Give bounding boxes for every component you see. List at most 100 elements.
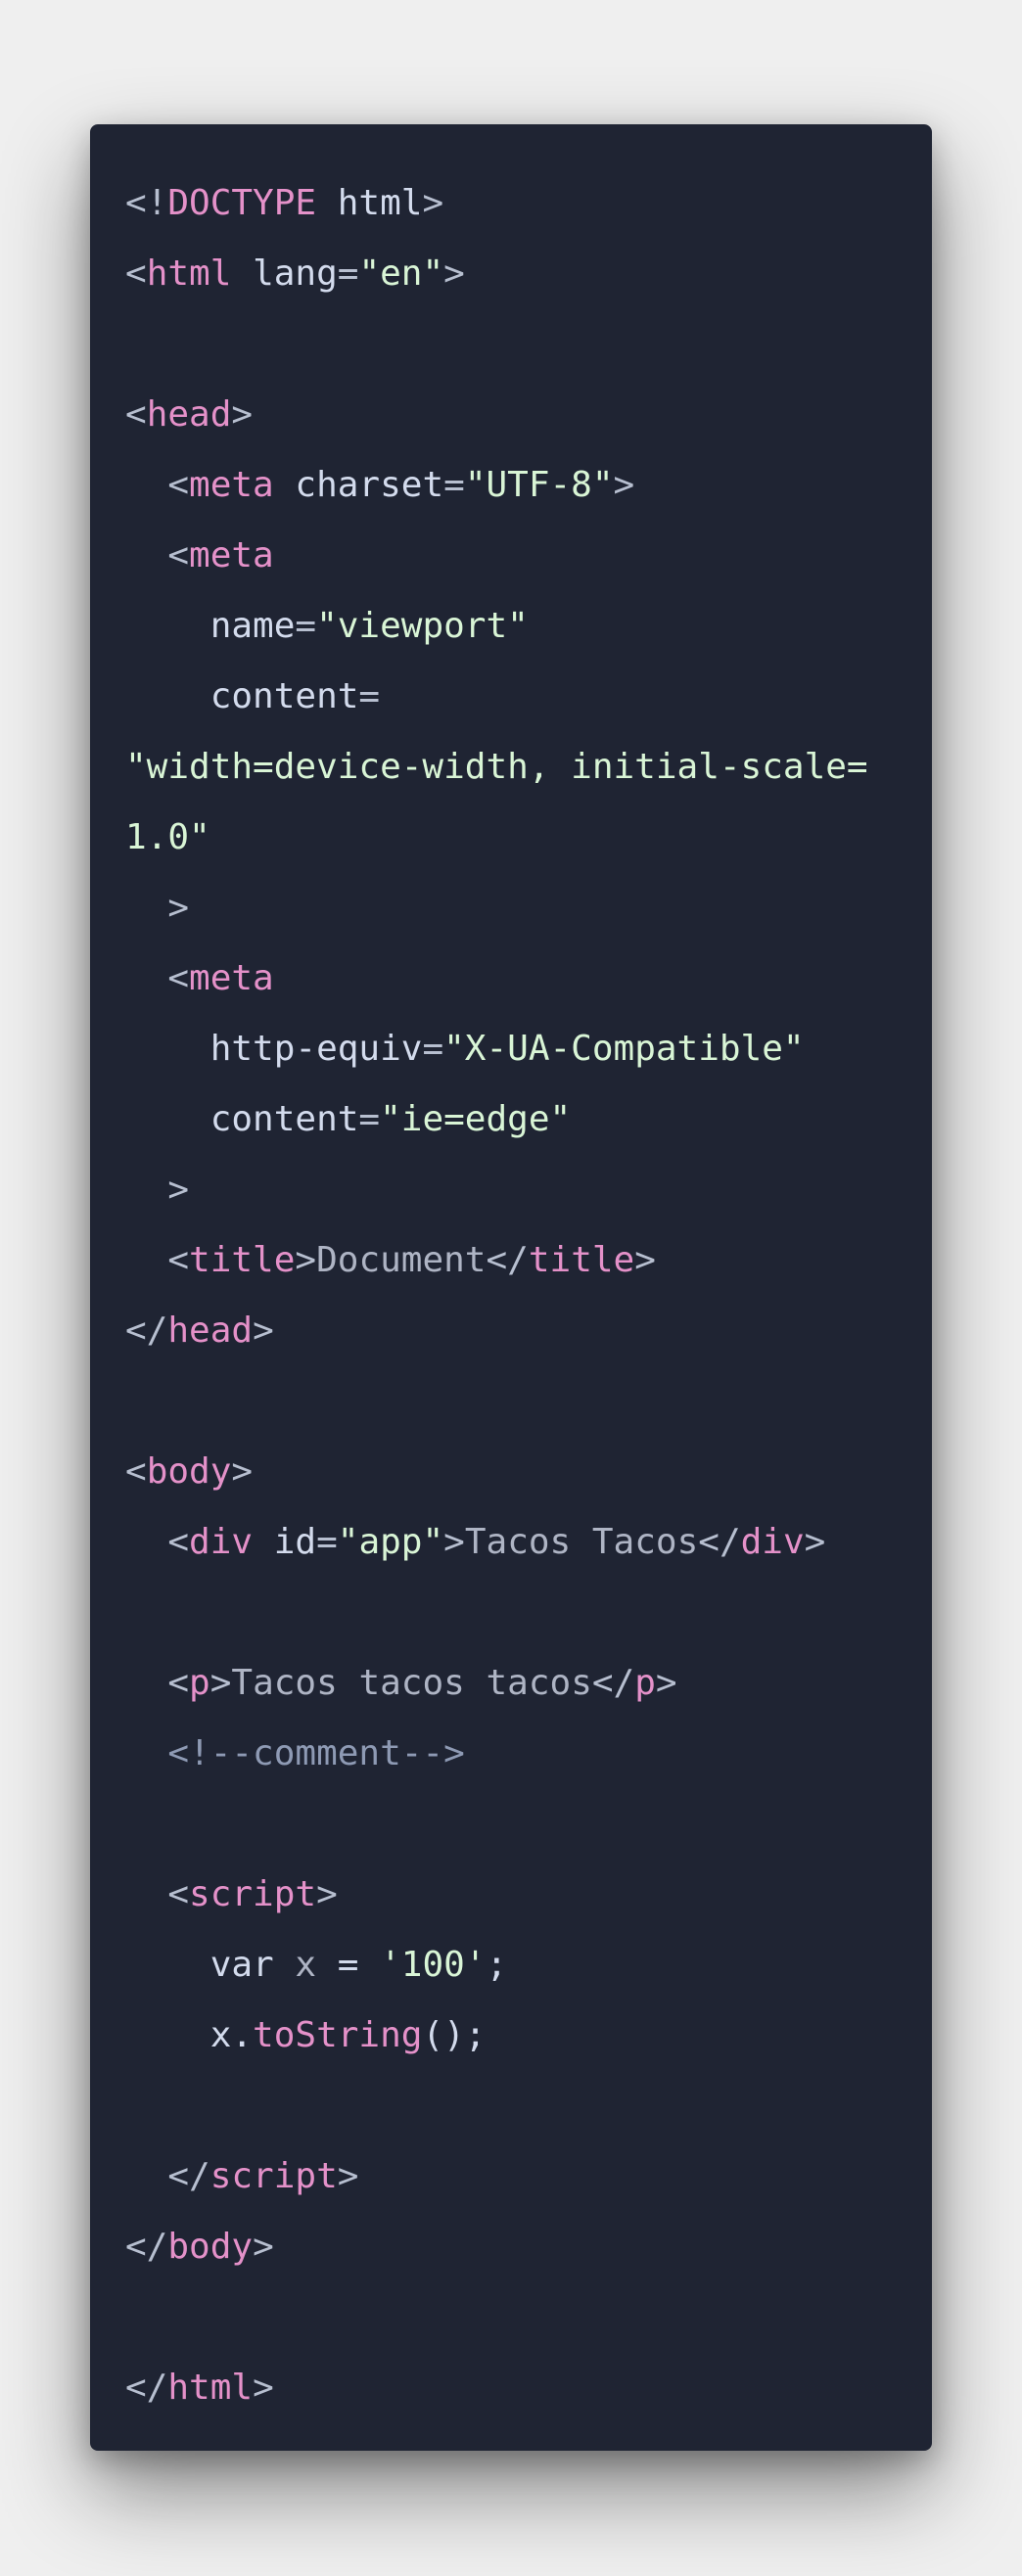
code-line: </body> [125,2212,932,2282]
code-token-tag: body [167,2227,254,2267]
code-token-p: < [125,253,147,294]
code-token-tag: meta [189,958,274,998]
code-token-p: > [655,1663,677,1703]
code-token-txt: x [273,1945,317,1985]
code-token-p: < [125,535,190,575]
code-token-tag: div [189,1522,254,1562]
code-token-p: > [209,1663,232,1703]
code-token-fn: toString [253,2015,423,2055]
code-line: content="ie=edge" [125,1084,932,1155]
code-token-tag: title [189,1240,296,1280]
code-token-attr: http-equiv [125,1029,423,1069]
code-token-p: = [358,1099,381,1139]
code-token-txt: Document [316,1240,487,1280]
code-token-p: = [295,606,317,646]
code-token-tag: p [189,1663,210,1703]
code-token-tag: div [740,1522,805,1562]
code-token-tag: head [146,394,232,435]
code-line: <!--comment--> [125,1719,932,1789]
code-token-p: > [443,1522,465,1562]
code-token-p: > [634,1240,656,1280]
code-token-tag: meta [189,535,274,575]
code-block: <!DOCTYPE html> <html lang="en"> <head> <… [90,124,932,2451]
code-token-tag: DOCTYPE [167,183,317,223]
code-token-p: < [125,465,190,505]
code-token-attr: ; [486,1945,508,1985]
code-token-p: = [443,465,465,505]
code-token-attr: content [125,1099,359,1139]
code-token-tag: script [189,1874,317,1914]
code-token-p: <! [125,183,168,223]
code-token-p: > [253,2368,274,2408]
code-token-str: "X-UA-Compatible" [443,1029,805,1069]
code-token-txt: Tacos tacos tacos [231,1663,592,1703]
code-token-tag: html [146,253,232,294]
code-token-tag: script [209,2156,338,2196]
code-token-str: '100' [380,1945,487,1985]
code-line: > [125,873,932,943]
code-token-p: > [253,1311,274,1351]
code-token-str: "ie=edge" [380,1099,572,1139]
code-token-p: = [422,1029,444,1069]
code-line: <script> [125,1860,932,1930]
code-token-attr: var [125,1945,274,1985]
code-token-p: </ [125,2227,168,2267]
code-line: </script> [125,2141,932,2212]
code-token-attr: html [316,183,423,223]
code-token-str: 1.0" [125,817,210,857]
code-token-txt: Tacos Tacos [464,1522,699,1562]
code-token-attr: id [253,1522,317,1562]
code-token-p: > [804,1522,826,1562]
code-token-str: "en" [358,253,444,294]
code-token-p: < [125,958,190,998]
code-token-p: = [337,253,359,294]
code-line: x.toString(); [125,2001,932,2071]
code-token-attr: (); [422,2015,487,2055]
code-line: <meta charset="UTF-8"> [125,450,932,521]
code-token-tag: meta [189,465,274,505]
code-token-p: > [253,2227,274,2267]
code-token-attr: x. [125,2015,254,2055]
code-token-p: = [316,1522,338,1562]
code-token-p: </ [125,2368,168,2408]
code-line: <!DOCTYPE html> [125,168,932,239]
code-token-p: < [125,1240,190,1280]
code-line: http-equiv="X-UA-Compatible" [125,1014,932,1084]
code-token-p: > [316,1874,338,1914]
code-line: > [125,1155,932,1225]
code-line: <html lang="en"> [125,239,932,309]
code-token-p: > [443,253,465,294]
code-token-attr: = [316,1945,381,1985]
code-line: content= [125,662,932,732]
code-line: "width=device-width, initial-scale= [125,732,932,803]
code-token-tag: title [528,1240,635,1280]
code-token-p: </ [591,1663,635,1703]
code-line: 1.0" [125,803,932,873]
code-token-attr: lang [231,253,338,294]
code-token-str: "width=device-width, initial-scale= [125,747,868,787]
code-line: <meta [125,521,932,591]
code-token-p: > [125,888,190,928]
code-token-p: </ [486,1240,529,1280]
code-token-p: < [125,1874,190,1914]
code-line: var x = '100'; [125,1930,932,2001]
code-token-p: </ [125,1311,168,1351]
code-token-p: > [295,1240,317,1280]
code-token-p: </ [125,2156,210,2196]
code-content: <!DOCTYPE html> <html lang="en"> <head> <… [125,168,932,2423]
code-line: <title>Document</title> [125,1225,932,1296]
code-line: <p>Tacos tacos tacos</p> [125,1648,932,1719]
code-line: <head> [125,380,932,450]
code-line: </html> [125,2353,932,2423]
code-line: <body> [125,1437,932,1507]
code-token-p: > [422,183,444,223]
code-line: <div id="app">Tacos Tacos</div> [125,1507,932,1578]
code-token-p: > [613,465,635,505]
code-token-tag: body [146,1451,232,1492]
code-token-tag: html [167,2368,254,2408]
code-token-tag: p [634,1663,656,1703]
code-token-str: "viewport" [316,606,529,646]
